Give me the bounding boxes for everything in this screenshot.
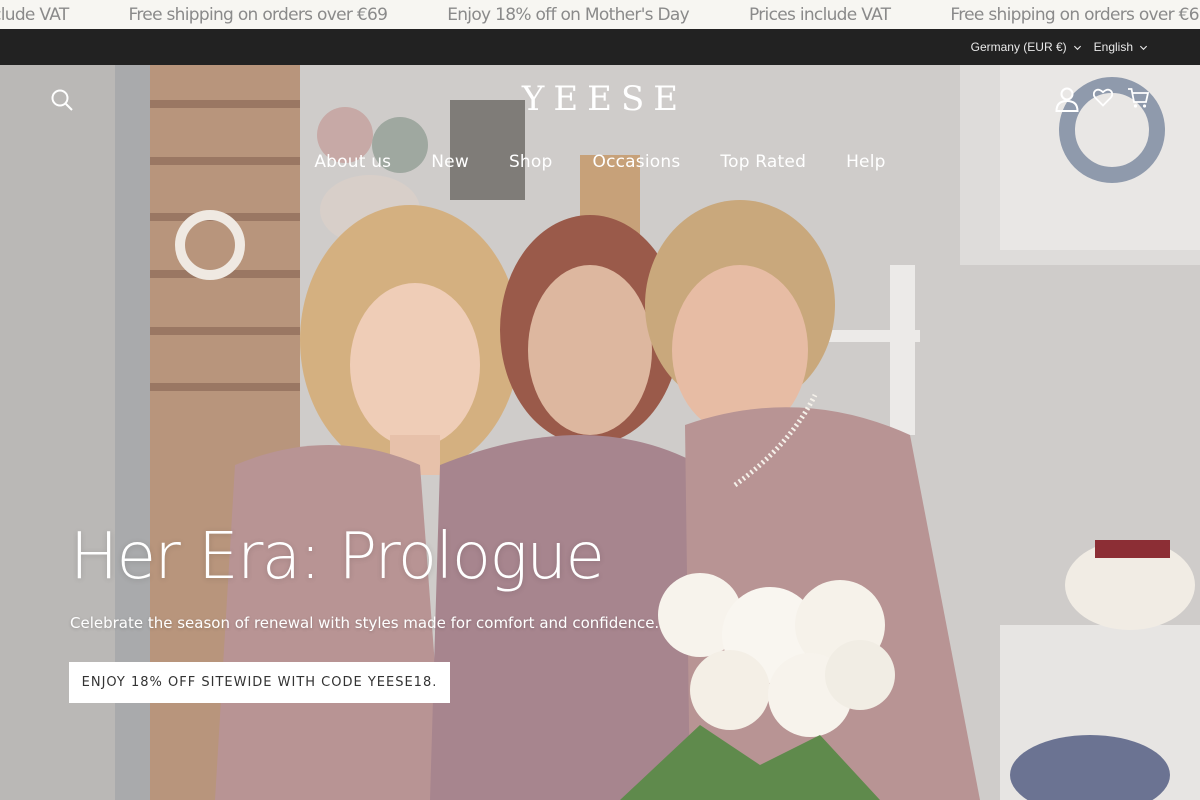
hero-title: Her Era: Prologue [70, 520, 605, 594]
hero-cta-button[interactable]: ENJOY 18% OFF SITEWIDE WITH CODE YEESE18… [69, 662, 450, 703]
announcement-item: include VAT [0, 4, 69, 25]
hero-banner: YEESE About us New Shop Occasions Top Ra… [0, 65, 1200, 800]
announcement-item: Free shipping on orders over €69 [950, 4, 1200, 25]
nav-item-new[interactable]: New [431, 152, 469, 172]
announcement-track: include VAT Free shipping on orders over… [0, 0, 1200, 29]
announcement-item: Enjoy 18% off on Mother's Day [447, 4, 690, 25]
language-selector[interactable]: English [1094, 40, 1148, 54]
nav-item-shop[interactable]: Shop [509, 152, 553, 172]
main-nav: About us New Shop Occasions Top Rated He… [0, 152, 1200, 172]
account-icon[interactable] [1055, 87, 1079, 112]
nav-item-occasions[interactable]: Occasions [593, 152, 681, 172]
chevron-down-icon [1073, 45, 1081, 50]
nav-item-help[interactable]: Help [846, 152, 886, 172]
cart-icon[interactable] [1127, 87, 1149, 109]
wishlist-icon[interactable] [1093, 88, 1113, 107]
hero-subtitle: Celebrate the season of renewal with sty… [70, 614, 660, 632]
brand-logo[interactable]: YEESE [0, 79, 1200, 119]
nav-item-top-rated[interactable]: Top Rated [720, 152, 806, 172]
announcement-item: Prices include VAT [749, 4, 891, 25]
chevron-down-icon [1139, 45, 1148, 50]
announcement-bar: include VAT Free shipping on orders over… [0, 0, 1200, 29]
locale-bar: Germany (EUR €) English [0, 29, 1200, 65]
language-label: English [1093, 40, 1133, 54]
country-label: Germany (EUR €) [970, 40, 1067, 54]
nav-item-about-us[interactable]: About us [314, 152, 391, 172]
country-selector[interactable]: Germany (EUR €) [971, 40, 1082, 54]
announcement-item: Free shipping on orders over €69 [128, 4, 388, 25]
